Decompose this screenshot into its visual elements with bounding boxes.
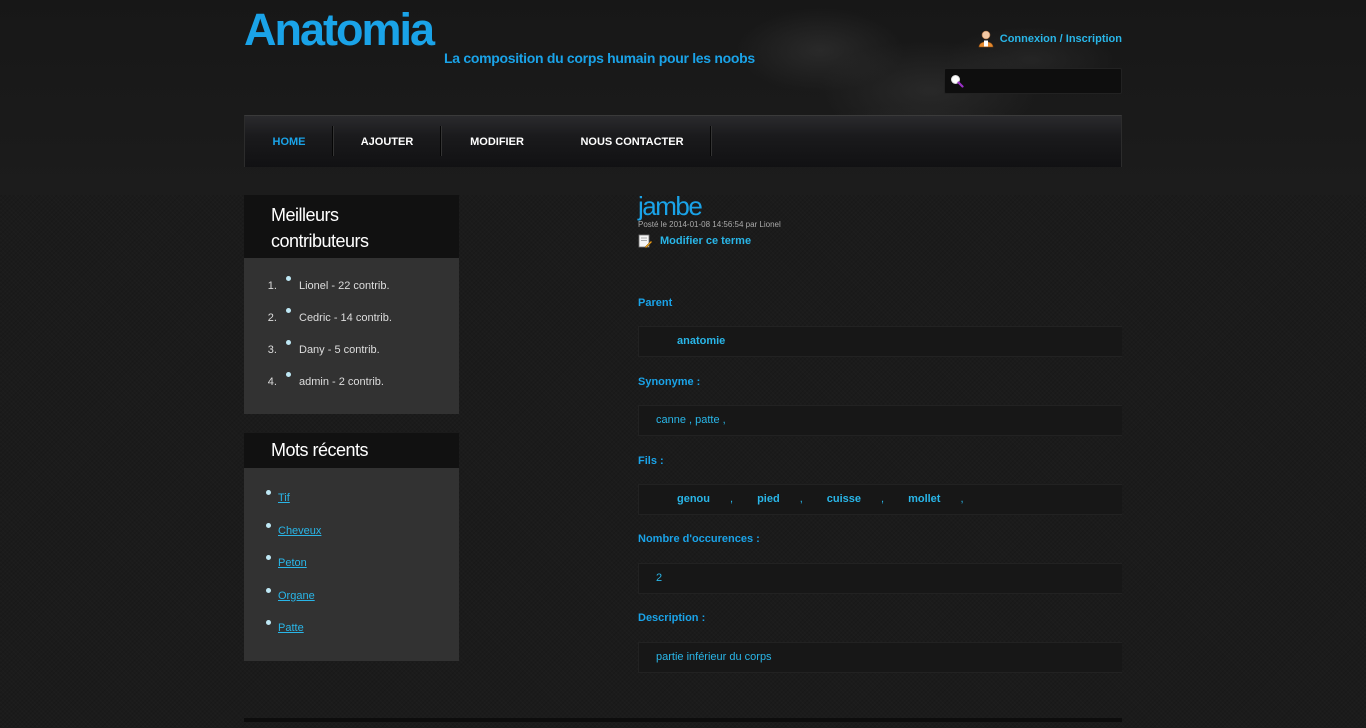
- nav-ajouter[interactable]: AJOUTER: [333, 116, 441, 167]
- synonym-label: Synonyme :: [638, 376, 701, 388]
- term-meta: Posté le 2014-01-08 14:56:54 par Lionel: [638, 220, 781, 229]
- contributors-list: Lionel - 22 contrib. Cedric - 14 contrib…: [244, 258, 459, 400]
- child-link[interactable]: pied: [757, 485, 780, 514]
- parent-field: anatomie: [638, 326, 1122, 357]
- list-item: Organe: [266, 580, 459, 613]
- description-value: partie inférieur du corps: [656, 651, 772, 663]
- recent-word-link[interactable]: Tif: [278, 492, 290, 504]
- description-label: Description :: [638, 612, 706, 624]
- list-item: mollet,: [908, 485, 987, 514]
- recent-words-title: Mots récents: [244, 433, 459, 468]
- search-box[interactable]: [944, 68, 1122, 94]
- site-logo[interactable]: Anatomia: [244, 4, 435, 56]
- nav-nous-contacter[interactable]: NOUS CONTACTER: [553, 116, 711, 167]
- list-item: Peton: [266, 547, 459, 580]
- children-field: genou, pied, cuisse, mollet,: [638, 484, 1122, 515]
- login-label: Connexion / Inscription: [999, 33, 1122, 45]
- occurrences-label: Nombre d'occurences :: [638, 533, 760, 545]
- top-contributors-title: Meilleurs contributeurs: [244, 195, 459, 258]
- children-list: genou, pied, cuisse, mollet,: [677, 485, 1122, 514]
- user-icon: [978, 30, 994, 48]
- search-input[interactable]: [967, 72, 1121, 92]
- contributor-entry: Cedric - 14 contrib.: [299, 312, 392, 324]
- top-contributors-panel: Meilleurs contributeurs Lionel - 22 cont…: [244, 195, 459, 414]
- bullet-icon: [286, 276, 291, 281]
- parent-label: Parent: [638, 297, 673, 309]
- separator: ,: [730, 493, 734, 505]
- child-link[interactable]: genou: [677, 485, 710, 514]
- bullet-icon: [266, 522, 271, 528]
- recent-word-link[interactable]: Patte: [278, 622, 304, 634]
- bullet-icon: [286, 308, 291, 313]
- page-wrapper: Anatomia La composition du corps humain …: [244, 0, 1122, 728]
- login-link[interactable]: Connexion / Inscription: [978, 30, 1122, 48]
- child-link[interactable]: mollet: [908, 485, 940, 514]
- separator: ,: [881, 493, 885, 505]
- recent-word-link[interactable]: Organe: [278, 590, 315, 602]
- edit-document-icon: [638, 234, 652, 248]
- children-label: Fils :: [638, 455, 664, 467]
- bullet-icon: [286, 340, 291, 345]
- contributor-entry: Lionel - 22 contrib.: [299, 280, 390, 292]
- list-item: pied,: [757, 485, 827, 514]
- parent-link[interactable]: anatomie: [677, 335, 725, 347]
- separator: ,: [799, 493, 803, 505]
- contributor-entry: admin - 2 contrib.: [299, 376, 384, 388]
- occurrences-value: 2: [656, 572, 663, 584]
- edit-term-label: Modifier ce terme: [660, 235, 752, 247]
- recent-word-link[interactable]: Cheveux: [278, 525, 321, 537]
- footer-divider: [244, 718, 1122, 722]
- list-item: genou,: [677, 485, 757, 514]
- bullet-icon: [266, 555, 271, 560]
- term-title: jambe: [638, 191, 703, 221]
- search-icon: [951, 75, 964, 88]
- occurrences-field: 2: [638, 563, 1122, 594]
- list-item: Tif: [266, 482, 459, 515]
- list-item: Patte: [266, 612, 459, 645]
- list-item: cuisse,: [827, 485, 908, 514]
- bullet-icon: [286, 372, 291, 377]
- list-item: Cheveux: [266, 515, 459, 548]
- recent-word-link[interactable]: Peton: [278, 557, 307, 569]
- synonym-value: canne , patte ,: [656, 414, 726, 426]
- main-navigation: HOME AJOUTER MODIFIER NOUS CONTACTER: [244, 115, 1122, 167]
- list-item: Dany - 5 contrib.: [280, 336, 459, 368]
- edit-term-link[interactable]: Modifier ce terme: [638, 234, 751, 248]
- bullet-icon: [266, 587, 271, 593]
- synonym-field: canne , patte ,: [638, 405, 1122, 436]
- list-item: Cedric - 14 contrib.: [280, 304, 459, 336]
- list-item: admin - 2 contrib.: [280, 368, 459, 400]
- site-tagline: La composition du corps humain pour les …: [444, 50, 755, 66]
- description-field: partie inférieur du corps: [638, 642, 1122, 673]
- nav-modifier[interactable]: MODIFIER: [441, 116, 553, 167]
- contributor-entry: Dany - 5 contrib.: [299, 344, 380, 356]
- separator: ,: [960, 493, 964, 505]
- bullet-icon: [266, 490, 271, 495]
- child-link[interactable]: cuisse: [827, 485, 861, 514]
- nav-home[interactable]: HOME: [245, 116, 333, 167]
- list-item: Lionel - 22 contrib.: [280, 272, 459, 304]
- bullet-icon: [266, 620, 271, 625]
- recent-words-panel: Mots récents Tif Cheveux Peton Organe Pa…: [244, 433, 459, 661]
- recent-words-list: Tif Cheveux Peton Organe Patte: [244, 468, 459, 645]
